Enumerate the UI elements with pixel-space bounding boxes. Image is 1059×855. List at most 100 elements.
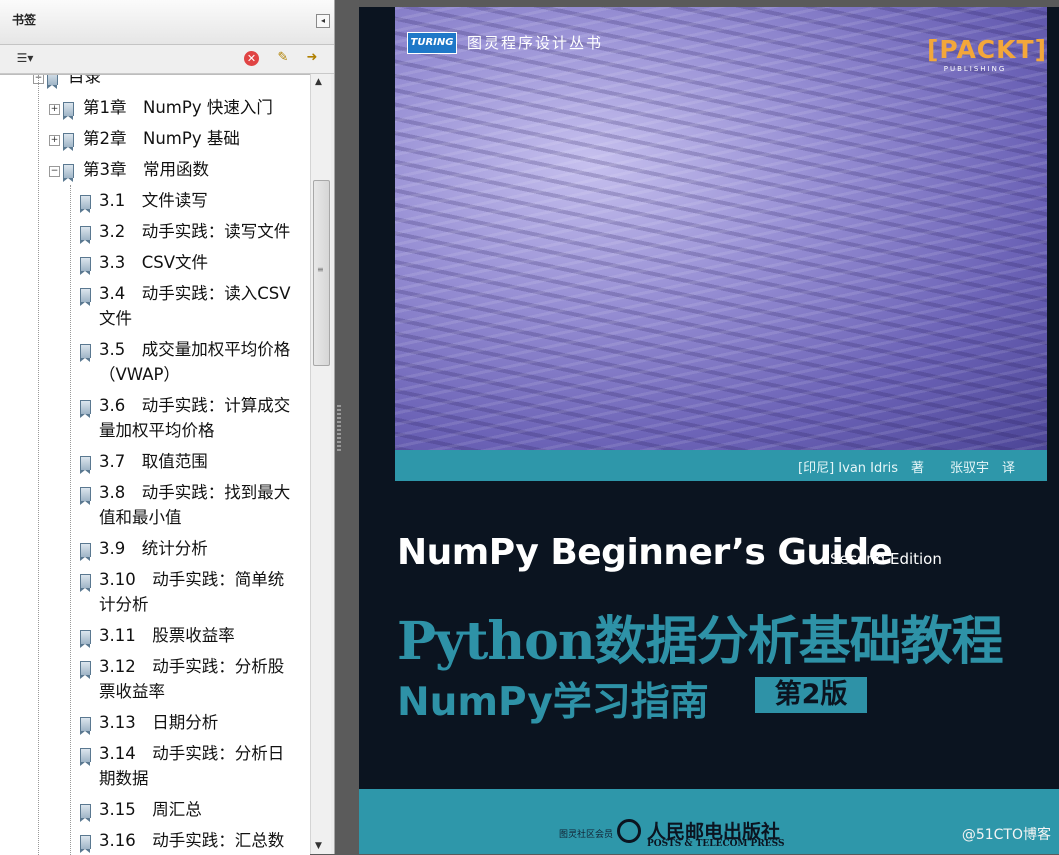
bookmark-icon xyxy=(80,835,91,853)
bookmark-item[interactable]: 第3章 常用函数 xyxy=(83,157,209,182)
chinese-title: Python数据分析基础教程 xyxy=(397,611,1004,672)
bookmark-label: 期数据 xyxy=(99,769,149,788)
bookmark-label: 票收益率 xyxy=(99,682,165,701)
expand-toggle-icon[interactable]: + xyxy=(49,104,60,115)
expand-toggle-icon[interactable]: + xyxy=(49,135,60,146)
bookmark-label: 第2章 NumPy 基础 xyxy=(83,129,240,148)
bookmark-label: 3.1 文件读写 xyxy=(99,191,208,210)
bookmark-item[interactable]: 3.1 文件读写 xyxy=(99,188,208,213)
packt-logo-subtitle: PUBLISHING xyxy=(943,65,1007,73)
bookmark-icon xyxy=(63,133,74,151)
new-bookmark-icon[interactable]: ✎ xyxy=(274,49,292,67)
publisher-name-en: POSTS & TELECOM PRESS xyxy=(647,839,785,849)
splitter-grip-icon[interactable] xyxy=(337,405,341,451)
bookmark-icon xyxy=(80,400,91,418)
bookmark-label: 3.15 周汇总 xyxy=(99,800,202,819)
scroll-up-icon[interactable]: ▲ xyxy=(315,77,322,87)
bookmark-item[interactable]: 3.16 动手实践：汇总数 xyxy=(99,828,284,853)
bookmark-label: 3.14 动手实践：分析日 xyxy=(99,744,285,763)
bookmark-icon xyxy=(80,226,91,244)
bookmark-item[interactable]: 3.2 动手实践：读写文件 xyxy=(99,219,290,244)
bookmark-item[interactable]: 3.15 周汇总 xyxy=(99,797,202,822)
bookmark-item[interactable]: 第2章 NumPy 基础 xyxy=(83,126,240,151)
bookmark-label: （VWAP） xyxy=(99,365,180,384)
bookmark-item[interactable]: 3.3 CSV文件 xyxy=(99,250,208,275)
bookmarks-toolbar: ☰▾ ✕ ✎ ➜ xyxy=(0,45,334,74)
bookmark-item[interactable]: 3.7 取值范围 xyxy=(99,449,208,474)
bookmark-label: 3.16 动手实践：汇总数 xyxy=(99,831,285,850)
book-cover-page: TURING 图灵程序设计丛书 [PACKT] PUBLISHING [印尼] … xyxy=(359,7,1059,854)
publisher-logo-icon xyxy=(617,819,641,843)
member-note: 图灵社区会员 xyxy=(559,830,614,840)
bookmark-label: 3.13 日期分析 xyxy=(99,713,219,732)
options-menu-icon[interactable]: ☰▾ xyxy=(10,49,40,67)
bookmark-label: 第3章 常用函数 xyxy=(83,160,209,179)
turing-logo: TURING xyxy=(407,32,457,54)
bookmark-item[interactable]: 3.14 动手实践：分析日 期数据 xyxy=(99,741,284,791)
scroll-grip-icon: ≡ xyxy=(317,265,324,274)
scrollbar-thumb[interactable]: ≡ xyxy=(313,180,330,366)
bookmark-icon xyxy=(80,344,91,362)
bookmark-item[interactable]: 3.13 日期分析 xyxy=(99,710,218,735)
bookmark-icon xyxy=(80,543,91,561)
bookmark-item[interactable]: 3.4 动手实践：读入CSV 文件 xyxy=(99,281,291,331)
panel-title: 书签 xyxy=(12,13,37,27)
edition-badge: 第2版 xyxy=(755,677,867,713)
bookmark-icon xyxy=(80,288,91,306)
bookmark-label: 量加权平均价格 xyxy=(99,421,215,440)
bookmark-item[interactable]: 目录 xyxy=(68,74,101,89)
bookmark-label: 计分析 xyxy=(99,595,149,614)
expand-bookmark-icon[interactable]: ➜ xyxy=(303,49,321,67)
bookmark-label: 3.6 动手实践：计算成交 xyxy=(99,396,291,415)
bookmark-item[interactable]: 3.12 动手实践：分析股 票收益率 xyxy=(99,654,284,704)
bookmark-icon xyxy=(80,661,91,679)
bookmark-label: 3.3 CSV文件 xyxy=(99,253,209,272)
bookmark-label: 目录 xyxy=(68,74,101,86)
bookmark-label: 3.7 取值范围 xyxy=(99,452,208,471)
bookmark-label: 文件 xyxy=(99,309,132,328)
bookmark-icon xyxy=(80,748,91,766)
bookmark-icon xyxy=(80,456,91,474)
english-title: NumPy Beginner’s Guide xyxy=(397,532,893,573)
bookmark-icon xyxy=(80,574,91,592)
bookmark-tree: 目录 − 第1章 NumPy 快速入门 + 第2章 NumPy 基础 + 第3章 常用函数 −… xyxy=(0,74,310,855)
bookmark-item[interactable]: 3.9 统计分析 xyxy=(99,536,208,561)
bookmark-icon xyxy=(63,164,74,182)
bookmark-item[interactable]: 3.8 动手实践：找到最大 值和最小值 xyxy=(99,480,290,530)
author-line: [印尼] Ivan Idris 著 张驭宇 译 xyxy=(798,461,1015,476)
bookmark-item[interactable]: 3.10 动手实践：简单统 计分析 xyxy=(99,567,284,617)
collapse-toggle-icon[interactable]: − xyxy=(49,166,60,177)
bookmark-label: 3.2 动手实践：读写文件 xyxy=(99,222,291,241)
edition-label: Second Edition xyxy=(830,550,942,568)
bookmark-label: 3.10 动手实践：简单统 xyxy=(99,570,285,589)
bookmark-icon xyxy=(80,195,91,213)
bookmark-label: 3.5 成交量加权平均价格 xyxy=(99,340,291,359)
tree-connector xyxy=(38,75,39,855)
bookmark-label: 3.4 动手实践：读入CSV xyxy=(99,284,291,303)
scroll-down-icon[interactable]: ▼ xyxy=(315,841,322,851)
packt-logo: [PACKT] PUBLISHING xyxy=(927,35,1048,75)
bookmark-item[interactable]: 3.11 股票收益率 xyxy=(99,623,235,648)
bookmark-icon xyxy=(80,717,91,735)
bookmark-item[interactable]: 3.5 成交量加权平均价格 （VWAP） xyxy=(99,337,290,387)
bookmark-label: 3.12 动手实践：分析股 xyxy=(99,657,285,676)
packt-logo-word: [PACKT] xyxy=(927,35,1048,64)
delete-bookmark-icon[interactable]: ✕ xyxy=(244,51,259,66)
chinese-subtitle: NumPy学习指南 xyxy=(397,680,709,725)
bookmark-icon xyxy=(80,257,91,275)
bookmark-label: 值和最小值 xyxy=(99,508,182,527)
bookmark-label: 3.11 股票收益率 xyxy=(99,626,235,645)
bookmark-icon xyxy=(47,75,58,89)
bookmark-scrollbar[interactable]: ▲ ≡ ▼ xyxy=(310,74,331,854)
bookmark-label: 3.8 动手实践：找到最大 xyxy=(99,483,291,502)
site-watermark: @51CTO博客 xyxy=(961,827,1051,843)
collapse-panel-button[interactable]: ◂ xyxy=(316,14,330,28)
tree-connector xyxy=(70,185,71,855)
bookmark-item[interactable]: 第1章 NumPy 快速入门 xyxy=(83,95,273,120)
bookmark-label: 3.9 统计分析 xyxy=(99,539,208,558)
bookmark-icon xyxy=(63,102,74,120)
bookmark-item[interactable]: 3.6 动手实践：计算成交 量加权平均价格 xyxy=(99,393,290,443)
bookmark-icon xyxy=(80,487,91,505)
bookmark-icon xyxy=(80,804,91,822)
panel-header: 书签 ◂ xyxy=(0,0,334,45)
